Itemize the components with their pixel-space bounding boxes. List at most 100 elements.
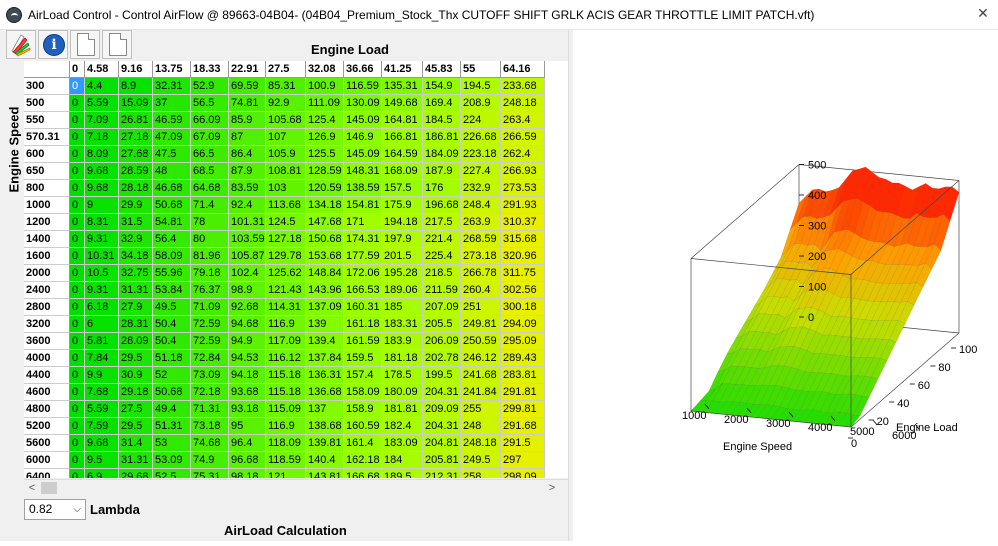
table-cell[interactable]: 127.18 — [266, 231, 306, 248]
table-cell[interactable]: 164.59 — [382, 146, 423, 163]
table-cell[interactable]: 223.18 — [461, 146, 501, 163]
table-cell[interactable]: 178.5 — [382, 367, 423, 384]
table-cell[interactable]: 169.4 — [423, 95, 461, 112]
table-cell[interactable]: 195.28 — [382, 265, 423, 282]
table-cell[interactable]: 115.18 — [266, 367, 306, 384]
table-cell[interactable]: 158.9 — [344, 401, 382, 418]
table-cell[interactable]: 175.9 — [382, 197, 423, 214]
table-cell[interactable]: 94.9 — [229, 333, 266, 350]
scroll-right-arrow[interactable]: > — [544, 480, 560, 496]
table-cell[interactable]: 181.18 — [382, 350, 423, 367]
table-cell[interactable]: 138.59 — [344, 180, 382, 197]
table-cell[interactable]: 212.31 — [423, 469, 461, 478]
table-cell[interactable]: 32.31 — [153, 78, 191, 95]
table-cell[interactable]: 297 — [501, 452, 545, 469]
table-cell[interactable]: 116.9 — [266, 418, 306, 435]
table-cell[interactable]: 29.9 — [119, 197, 153, 214]
table-cell[interactable]: 9.68 — [85, 180, 119, 197]
table-cell[interactable]: 8.31 — [85, 214, 119, 231]
table-cell[interactable]: 208.9 — [461, 95, 501, 112]
table-cell[interactable]: 206.09 — [423, 333, 461, 350]
table-cell[interactable]: 81.96 — [191, 248, 229, 265]
table-cell[interactable]: 8.9 — [119, 78, 153, 95]
table-cell[interactable]: 164.81 — [382, 112, 423, 129]
table-cell[interactable]: 221.4 — [423, 231, 461, 248]
table-cell[interactable]: 166.68 — [344, 469, 382, 478]
table-cell[interactable]: 28.31 — [119, 316, 153, 333]
table-cell[interactable]: 79.18 — [191, 265, 229, 282]
table-cell[interactable]: 0 — [70, 197, 85, 214]
table-cell[interactable]: 233.68 — [501, 78, 545, 95]
table-cell[interactable]: 138.68 — [306, 418, 344, 435]
table-cell[interactable]: 177.59 — [344, 248, 382, 265]
table-cell[interactable]: 143.81 — [306, 469, 344, 478]
table-cell[interactable]: 315.68 — [501, 231, 545, 248]
table-cell[interactable]: 6.18 — [85, 299, 119, 316]
table-cell[interactable]: 189.5 — [382, 469, 423, 478]
table-cell[interactable]: 72.59 — [191, 333, 229, 350]
table-cell[interactable]: 258 — [461, 469, 501, 478]
table-cell[interactable]: 160.31 — [344, 299, 382, 316]
table-cell[interactable]: 0 — [70, 95, 85, 112]
table-cell[interactable]: 52.5 — [153, 469, 191, 478]
table-cell[interactable]: 72.18 — [191, 384, 229, 401]
table-cell[interactable]: 48 — [153, 163, 191, 180]
table-cell[interactable]: 0 — [70, 418, 85, 435]
table-cell[interactable]: 120.59 — [306, 180, 344, 197]
table-cell[interactable]: 92.4 — [229, 197, 266, 214]
table-cell[interactable]: 124.5 — [266, 214, 306, 231]
table-cell[interactable]: 161.4 — [344, 435, 382, 452]
table-cell[interactable]: 51.31 — [153, 418, 191, 435]
table-cell[interactable]: 94.18 — [229, 367, 266, 384]
table-cell[interactable]: 95 — [229, 418, 266, 435]
table-cell[interactable]: 0 — [70, 180, 85, 197]
table-cell[interactable]: 135.31 — [382, 78, 423, 95]
table-cell[interactable]: 174.31 — [344, 231, 382, 248]
table-cell[interactable]: 31.31 — [119, 282, 153, 299]
table-cell[interactable]: 78 — [191, 214, 229, 231]
table-cell[interactable]: 28.09 — [119, 333, 153, 350]
table-cell[interactable]: 87 — [229, 129, 266, 146]
table-cell[interactable]: 27.18 — [119, 129, 153, 146]
table-cell[interactable]: 98.18 — [229, 469, 266, 478]
table-cell[interactable]: 71.4 — [191, 197, 229, 214]
table-cell[interactable]: 0 — [70, 316, 85, 333]
table-cell[interactable]: 51.18 — [153, 350, 191, 367]
table-cell[interactable]: 108.81 — [266, 163, 306, 180]
table-cell[interactable]: 37 — [153, 95, 191, 112]
table-cell[interactable]: 46.68 — [153, 180, 191, 197]
table-cell[interactable]: 93.68 — [229, 384, 266, 401]
table-cell[interactable]: 83.59 — [229, 180, 266, 197]
table-cell[interactable]: 85.31 — [266, 78, 306, 95]
table-cell[interactable]: 7.68 — [85, 384, 119, 401]
table-cell[interactable]: 31.4 — [119, 435, 153, 452]
table-cell[interactable]: 207.09 — [423, 299, 461, 316]
table-cell[interactable]: 9.9 — [85, 367, 119, 384]
table-cell[interactable]: 118.09 — [266, 435, 306, 452]
table-cell[interactable]: 250.59 — [461, 333, 501, 350]
table-cell[interactable]: 69.59 — [229, 78, 266, 95]
table-cell[interactable]: 266.59 — [501, 129, 545, 146]
table-cell[interactable]: 0 — [70, 214, 85, 231]
table-cell[interactable]: 266.93 — [501, 163, 545, 180]
table-cell[interactable]: 204.81 — [423, 435, 461, 452]
table-cell[interactable]: 183.31 — [382, 316, 423, 333]
scroll-left-arrow[interactable]: < — [24, 480, 40, 496]
table-cell[interactable]: 50.68 — [153, 384, 191, 401]
table-cell[interactable]: 161.18 — [344, 316, 382, 333]
table-cell[interactable]: 139 — [306, 316, 344, 333]
table-cell[interactable]: 294.09 — [501, 316, 545, 333]
table-cell[interactable]: 159.5 — [344, 350, 382, 367]
table-cell[interactable]: 32.9 — [119, 231, 153, 248]
table-cell[interactable]: 103 — [266, 180, 306, 197]
table-cell[interactable]: 93.18 — [229, 401, 266, 418]
table-cell[interactable]: 9 — [85, 197, 119, 214]
table-cell[interactable]: 224 — [461, 112, 501, 129]
table-cell[interactable]: 55.96 — [153, 265, 191, 282]
table-cell[interactable]: 143.96 — [306, 282, 344, 299]
info-button[interactable]: i — [38, 30, 68, 59]
table-cell[interactable]: 248 — [461, 418, 501, 435]
table-cell[interactable]: 118.59 — [266, 452, 306, 469]
table-cell[interactable]: 74.9 — [191, 452, 229, 469]
table-cell[interactable]: 34.18 — [119, 248, 153, 265]
